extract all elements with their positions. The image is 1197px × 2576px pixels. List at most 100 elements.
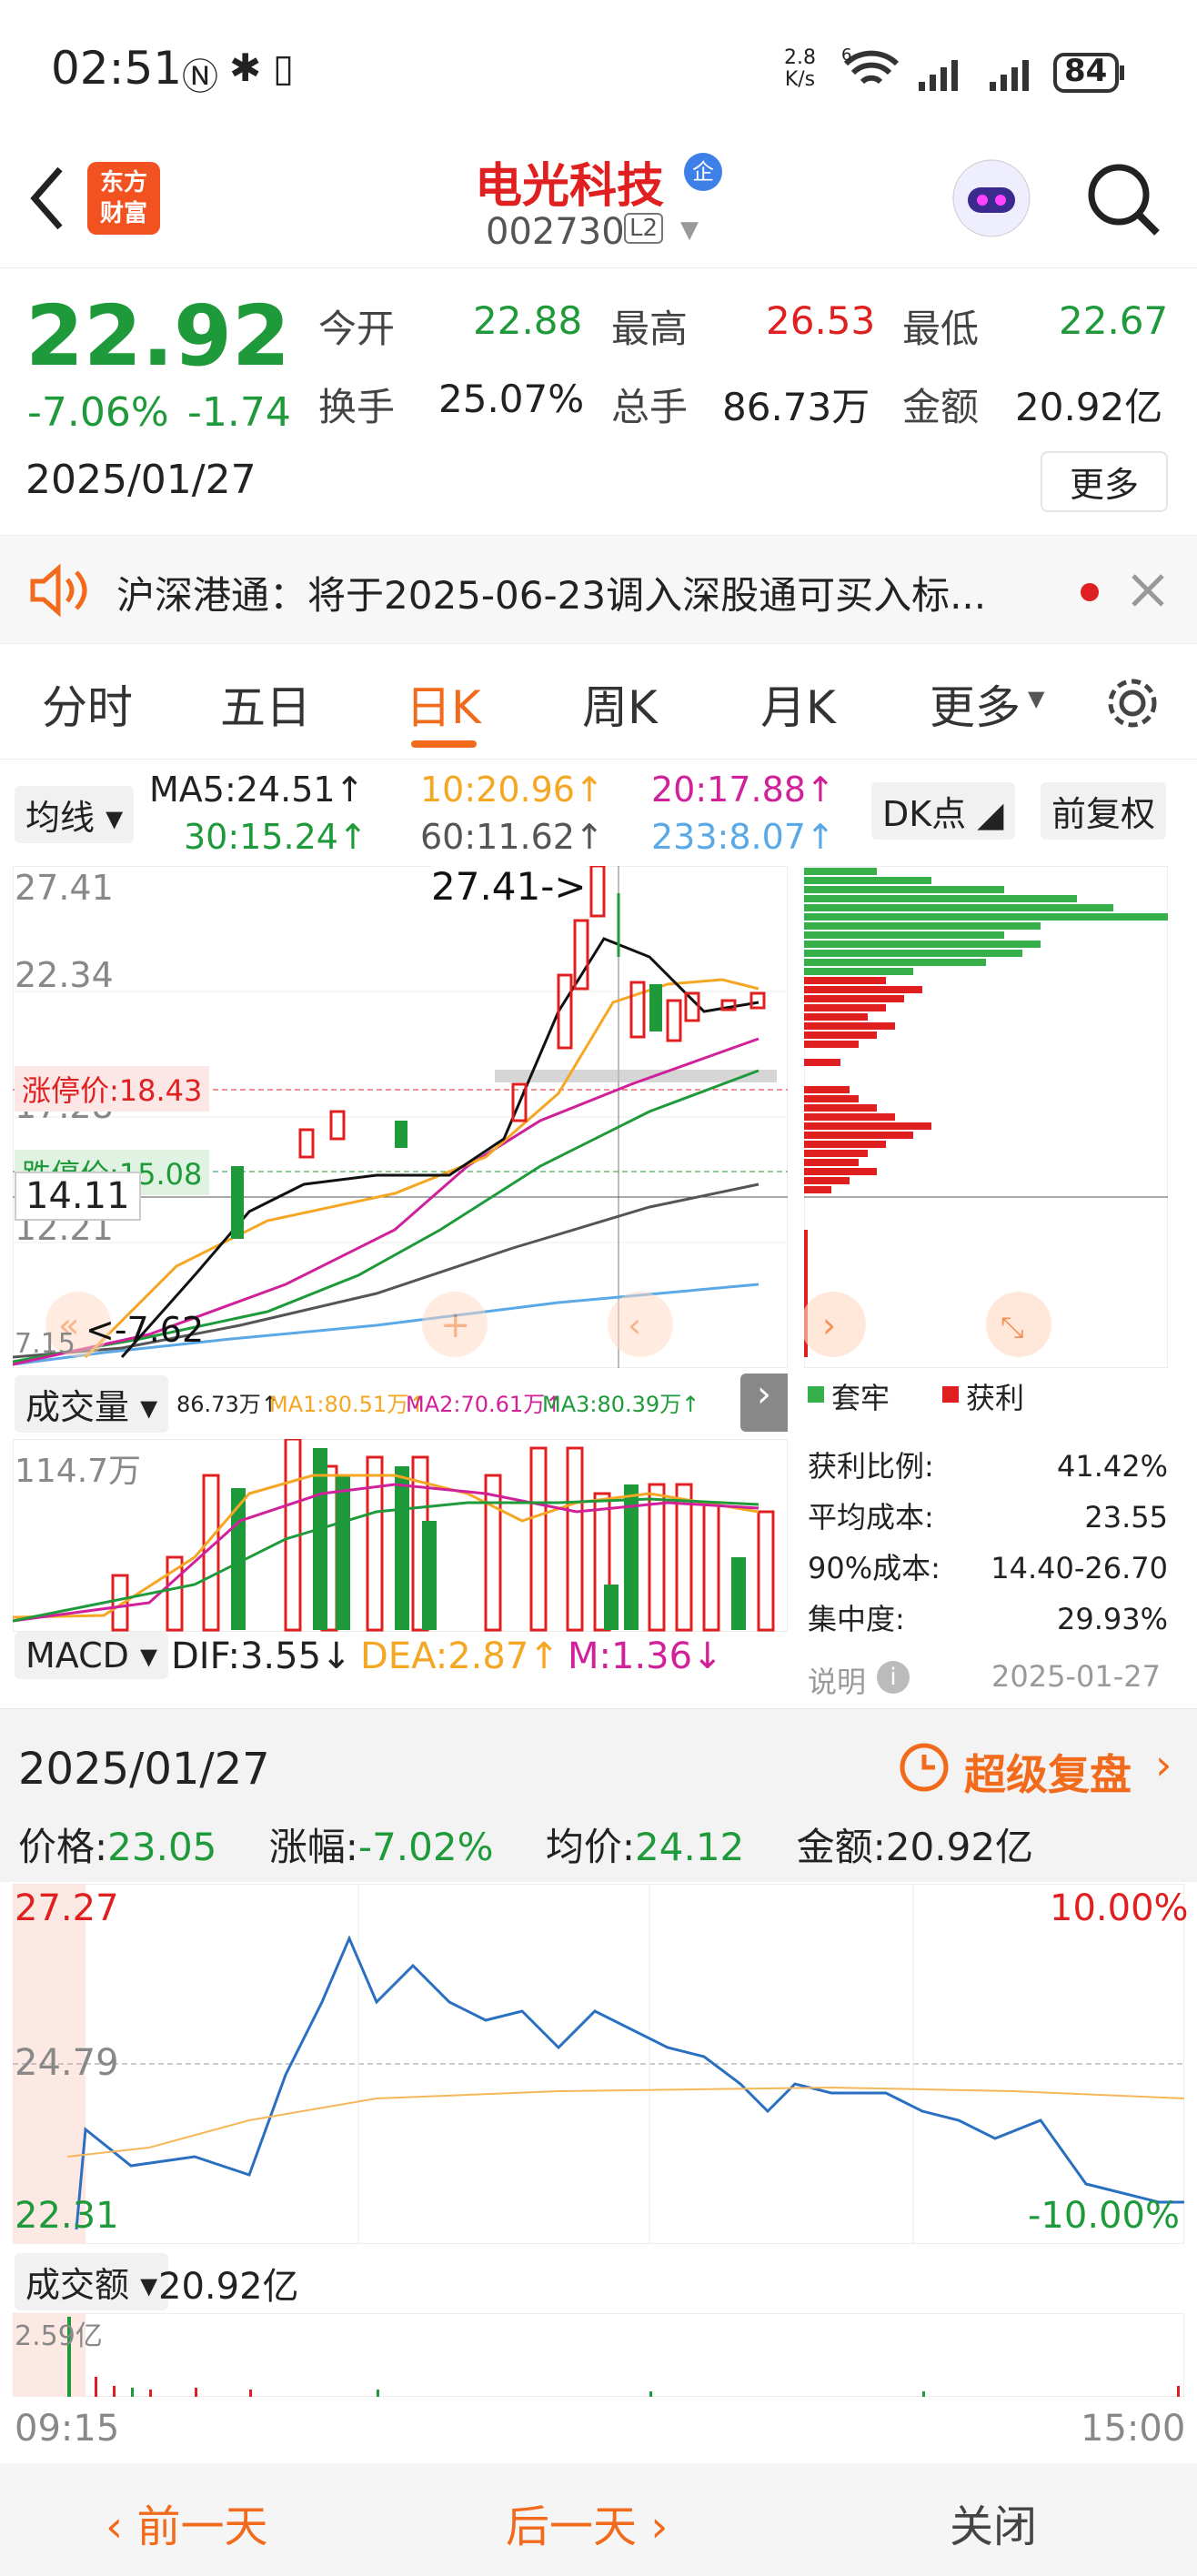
quote-date: 2025/01/27 [25,457,256,503]
volume-now: 86.73万↑ [176,1392,279,1417]
high-value: 26.53 [766,298,876,343]
legend-profit-swatch [942,1386,959,1403]
notice-text: 沪深港通：将于2025-06-23调入深股通可买入标... [116,573,987,618]
volume-max-label: 114.7万 [15,1453,142,1490]
limit-up-label: 涨停价:18.43 [15,1066,210,1112]
close-button[interactable]: 关闭 [950,2490,1037,2554]
tab-weekly-k[interactable]: 周K [582,671,658,737]
ma60-label: 60:11.62↑ [420,817,604,857]
bottom-nav: ‹ 前一天 后一天 › 关闭 [0,2463,1197,2576]
svg-text:›: › [822,1305,836,1345]
change-amount: -1.74 [187,389,291,436]
open-value: 22.88 [473,298,583,343]
volume-ma1: MA1:80.51万↑ [269,1392,428,1417]
chip-distribution-chart[interactable]: › ⤡ [804,866,1168,1368]
expand-arrow-icon[interactable]: › [740,1374,788,1432]
back-icon[interactable] [25,162,71,235]
legend-profit: 获利 [966,1381,1025,1415]
tab-more[interactable]: 更多 [930,671,1021,737]
adjust-selector[interactable]: 前复权 [1041,782,1167,840]
chip-stats: 获利比例: 41.42% 平均成本: 23.55 90%成本: 14.40-26.70… [808,1449,1168,1636]
more-button[interactable]: 更多 [1041,451,1169,512]
legend-locked-swatch [808,1386,824,1403]
amount-bar-chart[interactable] [13,2313,1184,2397]
quote-panel: 22.92 -7.06% -1.74 2025/01/27 今开 22.88 最… [0,269,1197,533]
speaker-icon [30,563,87,618]
intraday-line-chart[interactable] [13,1884,1184,2244]
prev-day-button[interactable]: ‹ 前一天 [106,2490,267,2554]
candlestick-chart[interactable]: « + ‹ [13,866,788,1368]
low-marker: <-7.62 [86,1310,205,1350]
ma5-label: MA5:24.51↑ [149,770,365,810]
intraday-y-mid: 24.79 [15,2042,119,2084]
app-logo: 东方 财富 [87,162,160,235]
detail-stats: 价格:23.05 涨幅:-7.02% 均价:24.12 金额:20.92亿 [18,1825,1034,1869]
macd-m: M:1.36↓ [568,1635,723,1677]
amount-value: 20.92亿 [1015,385,1163,429]
macd-selector[interactable]: MACD ▾ [15,1632,169,1679]
enterprise-badge: 企 [684,153,722,191]
clock-replay-icon[interactable] [897,1740,951,1795]
nfc-icon: Ⓝ [182,56,218,98]
intraday-y-bottom: 22.31 [15,2195,119,2237]
amount-total: 20.92亿 [158,2266,299,2308]
cell-signal-2-icon [990,60,1029,91]
settings-gear-icon[interactable] [1102,673,1162,733]
chevron-right-icon[interactable]: › [1155,1740,1172,1789]
volume-ma2: MA2:70.61万↑ [406,1392,564,1417]
net-speed: 2.8 K/s [784,46,816,91]
low-value: 22.67 [1059,298,1169,343]
active-tab-indicator [411,740,477,748]
ma-selector[interactable]: 均线 ▾ [15,786,135,843]
chevron-down-icon[interactable]: ▼ [680,216,699,244]
dk-point-selector[interactable]: DK点 ◢ [871,782,1015,840]
search-icon[interactable] [1084,160,1162,238]
tab-five-day[interactable]: 五日 [220,671,311,737]
svg-text:+: + [440,1304,471,1346]
intraday-y-top: 27.27 [15,1887,119,1929]
kline-panel: 均线 ▾ MA5:24.51↑ 10:20.96↑ 20:17.88↑ 30:1… [0,760,1197,1706]
tab-more-chevron-icon[interactable]: ▼ [1028,686,1044,711]
bluetooth-icon: ✱ [229,45,262,90]
amount-max-label: 2.59亿 [15,2320,103,2352]
tab-monthly-k[interactable]: 月K [760,671,836,737]
chip-date: 2025-01-27 [991,1659,1161,1694]
period-tabs: 分时 五日 日K 周K 月K 更多 ▼ [0,646,1197,760]
clock: 02:51 [51,42,183,95]
wifi-icon [843,50,900,85]
cell-signal-icon [919,60,958,91]
chip-note-link[interactable]: 说明 [808,1659,866,1701]
svg-text:‹: ‹ [628,1305,641,1345]
close-icon[interactable] [1130,572,1166,609]
ma233-label: 233:8.07↑ [651,817,835,857]
next-day-button[interactable]: 后一天 › [506,2490,668,2554]
info-icon[interactable]: i [877,1661,910,1694]
volume-ma3: MA3:80.39万↑ [542,1392,700,1417]
legend-locked: 套牢 [831,1381,890,1415]
volume-value: 86.73万 [722,385,870,429]
status-bar: 02:51 Ⓝ ✱ ▯ 2.8 K/s 84 6 [0,0,1197,136]
notice-bar[interactable]: 沪深港通：将于2025-06-23调入深股通可买入标... [0,535,1197,644]
ma10-label: 10:20.96↑ [420,770,604,810]
tab-daily-k[interactable]: 日K [406,671,481,737]
volume-selector[interactable]: 成交量 ▾ [15,1375,169,1433]
amount-selector[interactable]: 成交额 ▾ [15,2253,169,2310]
macd-dea: DEA:2.87↑ [360,1635,559,1677]
y-tick: 7.15 [15,1328,75,1360]
y-tick: 27.41 [15,868,114,908]
intraday-detail-popup: 2025/01/27 超级复盘 › 价格:23.05 涨幅:-7.02% 均价:… [0,1708,1197,2463]
level-badge[interactable]: L2 [624,213,664,244]
time-end: 15:00 [1081,2408,1186,2450]
ma20-label: 20:17.88↑ [651,770,835,810]
macd-dif: DIF:3.55↓ [171,1635,352,1677]
stock-header: 东方 财富 电光科技 企 002730 L2 ▼ [0,136,1197,268]
tab-intraday[interactable]: 分时 [42,671,133,737]
y-tick: 22.34 [15,955,114,995]
super-replay-link[interactable]: 超级复盘 [964,1742,1132,1802]
robot-assistant-icon[interactable] [946,153,1037,244]
change-percent: -7.06% [27,389,169,436]
stock-name: 电光科技 [475,159,665,214]
stock-code: 002730 [486,211,625,253]
unread-dot [1081,583,1099,601]
intraday-pct-bottom: -10.00% [1028,2195,1180,2237]
